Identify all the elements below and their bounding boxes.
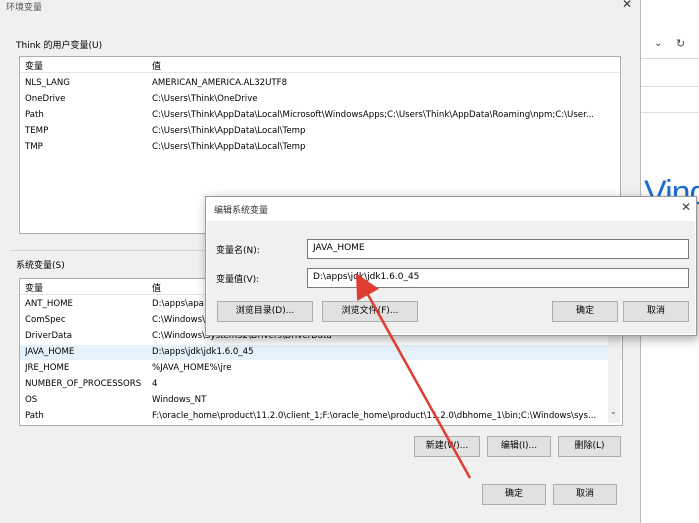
annotation-arrow: [355, 273, 472, 479]
